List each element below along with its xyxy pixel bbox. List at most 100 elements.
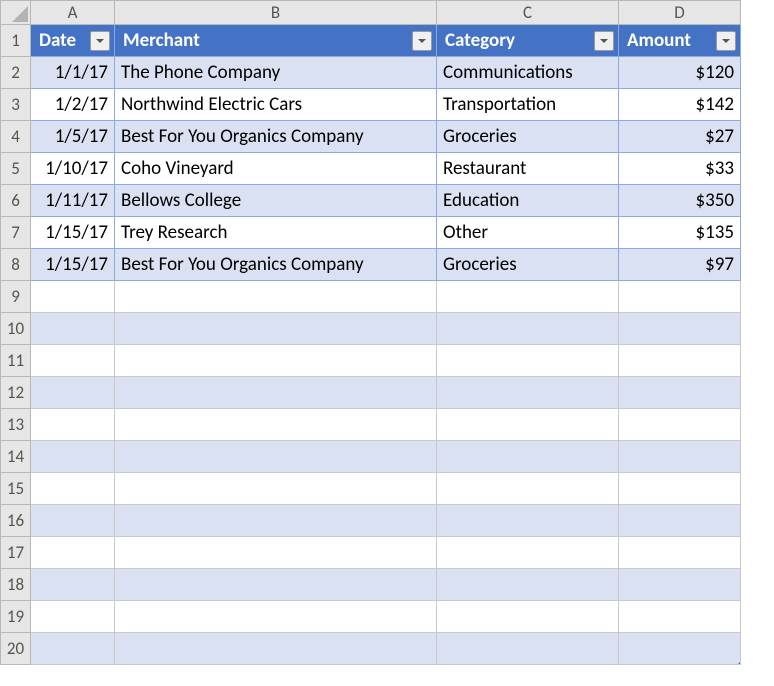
row-header-9[interactable]: 9 bbox=[1, 281, 31, 313]
empty-cell[interactable] bbox=[115, 345, 437, 377]
column-header-D[interactable]: D bbox=[619, 1, 741, 25]
filter-amount[interactable] bbox=[716, 31, 736, 51]
empty-cell[interactable] bbox=[115, 569, 437, 601]
empty-cell[interactable] bbox=[619, 537, 741, 569]
row-header-11[interactable]: 11 bbox=[1, 345, 31, 377]
table-resize-handle[interactable] bbox=[735, 659, 741, 665]
empty-cell[interactable] bbox=[31, 441, 115, 473]
row-header-19[interactable]: 19 bbox=[1, 601, 31, 633]
empty-cell[interactable] bbox=[31, 409, 115, 441]
cell-merchant[interactable]: Best For You Organics Company bbox=[115, 249, 437, 281]
empty-cell[interactable] bbox=[115, 377, 437, 409]
cell-date[interactable]: 1/10/17 bbox=[31, 153, 115, 185]
row-header-17[interactable]: 17 bbox=[1, 537, 31, 569]
empty-cell[interactable] bbox=[619, 441, 741, 473]
row-header-7[interactable]: 7 bbox=[1, 217, 31, 249]
column-header-B[interactable]: B bbox=[115, 1, 437, 25]
cell-category[interactable]: Groceries bbox=[437, 121, 619, 153]
empty-cell[interactable] bbox=[31, 601, 115, 633]
empty-cell[interactable] bbox=[619, 601, 741, 633]
empty-cell[interactable] bbox=[115, 473, 437, 505]
cell-category[interactable]: Groceries bbox=[437, 249, 619, 281]
filter-category[interactable] bbox=[594, 31, 614, 51]
empty-cell[interactable] bbox=[115, 409, 437, 441]
filter-merchant[interactable] bbox=[412, 31, 432, 51]
row-header-14[interactable]: 14 bbox=[1, 441, 31, 473]
empty-cell[interactable] bbox=[31, 505, 115, 537]
cell-category[interactable]: Transportation bbox=[437, 89, 619, 121]
empty-cell[interactable] bbox=[31, 377, 115, 409]
empty-cell[interactable] bbox=[115, 505, 437, 537]
empty-cell[interactable] bbox=[437, 473, 619, 505]
cell-merchant[interactable]: Best For You Organics Company bbox=[115, 121, 437, 153]
empty-cell[interactable] bbox=[115, 601, 437, 633]
cell-amount[interactable]: $350 bbox=[619, 185, 741, 217]
empty-cell[interactable] bbox=[115, 441, 437, 473]
empty-cell[interactable] bbox=[437, 377, 619, 409]
cell-date[interactable]: 1/11/17 bbox=[31, 185, 115, 217]
empty-cell[interactable] bbox=[619, 409, 741, 441]
row-header-2[interactable]: 2 bbox=[1, 57, 31, 89]
table-header-category[interactable]: Category bbox=[437, 25, 619, 57]
empty-cell[interactable] bbox=[115, 537, 437, 569]
empty-cell[interactable] bbox=[619, 505, 741, 537]
empty-cell[interactable] bbox=[619, 377, 741, 409]
empty-cell[interactable] bbox=[31, 473, 115, 505]
row-header-15[interactable]: 15 bbox=[1, 473, 31, 505]
empty-cell[interactable] bbox=[619, 281, 741, 313]
cell-date[interactable]: 1/15/17 bbox=[31, 249, 115, 281]
empty-cell[interactable] bbox=[115, 313, 437, 345]
row-header-5[interactable]: 5 bbox=[1, 153, 31, 185]
empty-cell[interactable] bbox=[31, 281, 115, 313]
row-header-10[interactable]: 10 bbox=[1, 313, 31, 345]
row-header-3[interactable]: 3 bbox=[1, 89, 31, 121]
row-header-6[interactable]: 6 bbox=[1, 185, 31, 217]
select-all-corner[interactable] bbox=[1, 1, 31, 25]
row-header-4[interactable]: 4 bbox=[1, 121, 31, 153]
cell-category[interactable]: Other bbox=[437, 217, 619, 249]
empty-cell[interactable] bbox=[619, 473, 741, 505]
cell-date[interactable]: 1/5/17 bbox=[31, 121, 115, 153]
cell-amount[interactable]: $27 bbox=[619, 121, 741, 153]
empty-cell[interactable] bbox=[437, 569, 619, 601]
row-header-20[interactable]: 20 bbox=[1, 633, 31, 665]
cell-merchant[interactable]: Coho Vineyard bbox=[115, 153, 437, 185]
cell-category[interactable]: Communications bbox=[437, 57, 619, 89]
row-header-8[interactable]: 8 bbox=[1, 249, 31, 281]
row-header-12[interactable]: 12 bbox=[1, 377, 31, 409]
empty-cell[interactable] bbox=[437, 409, 619, 441]
empty-cell[interactable] bbox=[115, 281, 437, 313]
empty-cell[interactable] bbox=[437, 537, 619, 569]
row-header-1[interactable]: 1 bbox=[1, 25, 31, 57]
cell-date[interactable]: 1/15/17 bbox=[31, 217, 115, 249]
cell-category[interactable]: Education bbox=[437, 185, 619, 217]
column-header-C[interactable]: C bbox=[437, 1, 619, 25]
cell-category[interactable]: Restaurant bbox=[437, 153, 619, 185]
empty-cell[interactable] bbox=[115, 633, 437, 665]
empty-cell[interactable] bbox=[31, 537, 115, 569]
cell-merchant[interactable]: Northwind Electric Cars bbox=[115, 89, 437, 121]
empty-cell[interactable] bbox=[437, 313, 619, 345]
empty-cell[interactable] bbox=[437, 633, 619, 665]
empty-cell[interactable] bbox=[31, 633, 115, 665]
row-header-13[interactable]: 13 bbox=[1, 409, 31, 441]
empty-cell[interactable] bbox=[619, 313, 741, 345]
table-header-date[interactable]: Date bbox=[31, 25, 115, 57]
cell-merchant[interactable]: Bellows College bbox=[115, 185, 437, 217]
empty-cell[interactable] bbox=[31, 345, 115, 377]
cell-amount[interactable]: $97 bbox=[619, 249, 741, 281]
cell-date[interactable]: 1/1/17 bbox=[31, 57, 115, 89]
empty-cell[interactable] bbox=[31, 313, 115, 345]
spreadsheet-grid[interactable]: A B C D 1DateMerchantCategoryAmount21/1/… bbox=[0, 0, 741, 665]
table-header-merchant[interactable]: Merchant bbox=[115, 25, 437, 57]
cell-date[interactable]: 1/2/17 bbox=[31, 89, 115, 121]
cell-amount[interactable]: $135 bbox=[619, 217, 741, 249]
empty-cell[interactable] bbox=[437, 441, 619, 473]
empty-cell[interactable] bbox=[437, 601, 619, 633]
cell-amount[interactable]: $120 bbox=[619, 57, 741, 89]
empty-cell[interactable] bbox=[619, 633, 741, 665]
empty-cell[interactable] bbox=[437, 505, 619, 537]
row-header-18[interactable]: 18 bbox=[1, 569, 31, 601]
row-header-16[interactable]: 16 bbox=[1, 505, 31, 537]
empty-cell[interactable] bbox=[619, 345, 741, 377]
